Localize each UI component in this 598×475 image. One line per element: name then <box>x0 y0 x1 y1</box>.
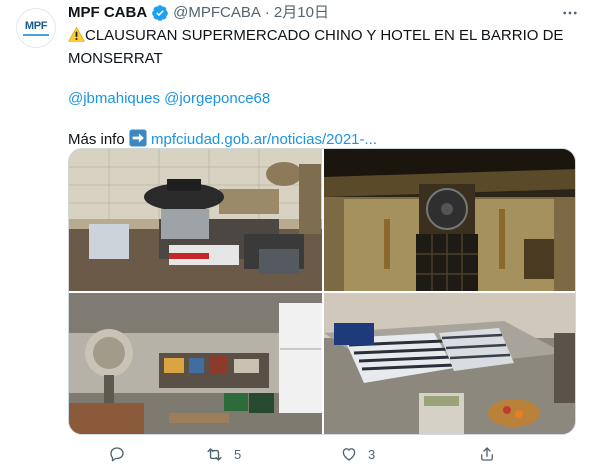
tweet-header: MPF CABA @MPFCABA · 2月10日 <box>68 4 329 22</box>
retweet-count: 5 <box>234 446 242 462</box>
action-bar: 5 3 <box>68 441 580 467</box>
greasy-exhaust-fan-photo[interactable] <box>324 149 575 291</box>
storage-room-photo[interactable] <box>69 293 322 434</box>
mentions-links[interactable]: @jbmahiques @jorgeponce68 <box>68 90 270 107</box>
share-button[interactable] <box>478 445 506 463</box>
mentions-line: @jbmahiques @jorgeponce68 <box>68 89 580 109</box>
news-link[interactable]: mpfciudad.gob.ar/noticias/2021-... <box>151 131 377 148</box>
tweet-headline-text: CLAUSURAN SUPERMERCADO CHINO Y HOTEL EN … <box>68 27 564 67</box>
avatar-logo-stripe <box>23 33 49 36</box>
like-count: 3 <box>368 446 376 462</box>
author-handle[interactable]: @MPFCABA <box>173 4 261 22</box>
author-name[interactable]: MPF CABA <box>68 4 147 22</box>
retweet-icon <box>205 445 224 464</box>
warning-icon <box>68 26 85 49</box>
more-info-label: Más info <box>68 131 125 148</box>
heart-icon <box>340 445 358 463</box>
kitchen-stove-photo[interactable] <box>69 149 322 291</box>
bedroom-clutter-photo[interactable] <box>324 293 575 434</box>
tweet-headline: CLAUSURAN SUPERMERCADO CHINO Y HOTEL EN … <box>68 26 580 69</box>
verified-badge-icon <box>151 4 169 22</box>
avatar[interactable]: MPF <box>16 8 56 48</box>
tweet-text: CLAUSURAN SUPERMERCADO CHINO Y HOTEL EN … <box>68 26 580 153</box>
avatar-logo-text: MPF <box>24 19 48 32</box>
tweet-card[interactable]: MPF MPF CABA @MPFCABA · 2月10日 CLAUSURAN … <box>0 0 598 475</box>
tweet-date[interactable]: 2月10日 <box>274 4 329 22</box>
separator-dot: · <box>264 4 270 21</box>
more-icon[interactable] <box>558 2 582 24</box>
retweet-button[interactable]: 5 <box>205 445 241 464</box>
like-button[interactable]: 3 <box>340 445 375 463</box>
reply-button[interactable] <box>108 445 136 463</box>
reply-icon <box>108 445 126 463</box>
share-icon <box>478 445 496 463</box>
media-grid <box>68 148 576 435</box>
